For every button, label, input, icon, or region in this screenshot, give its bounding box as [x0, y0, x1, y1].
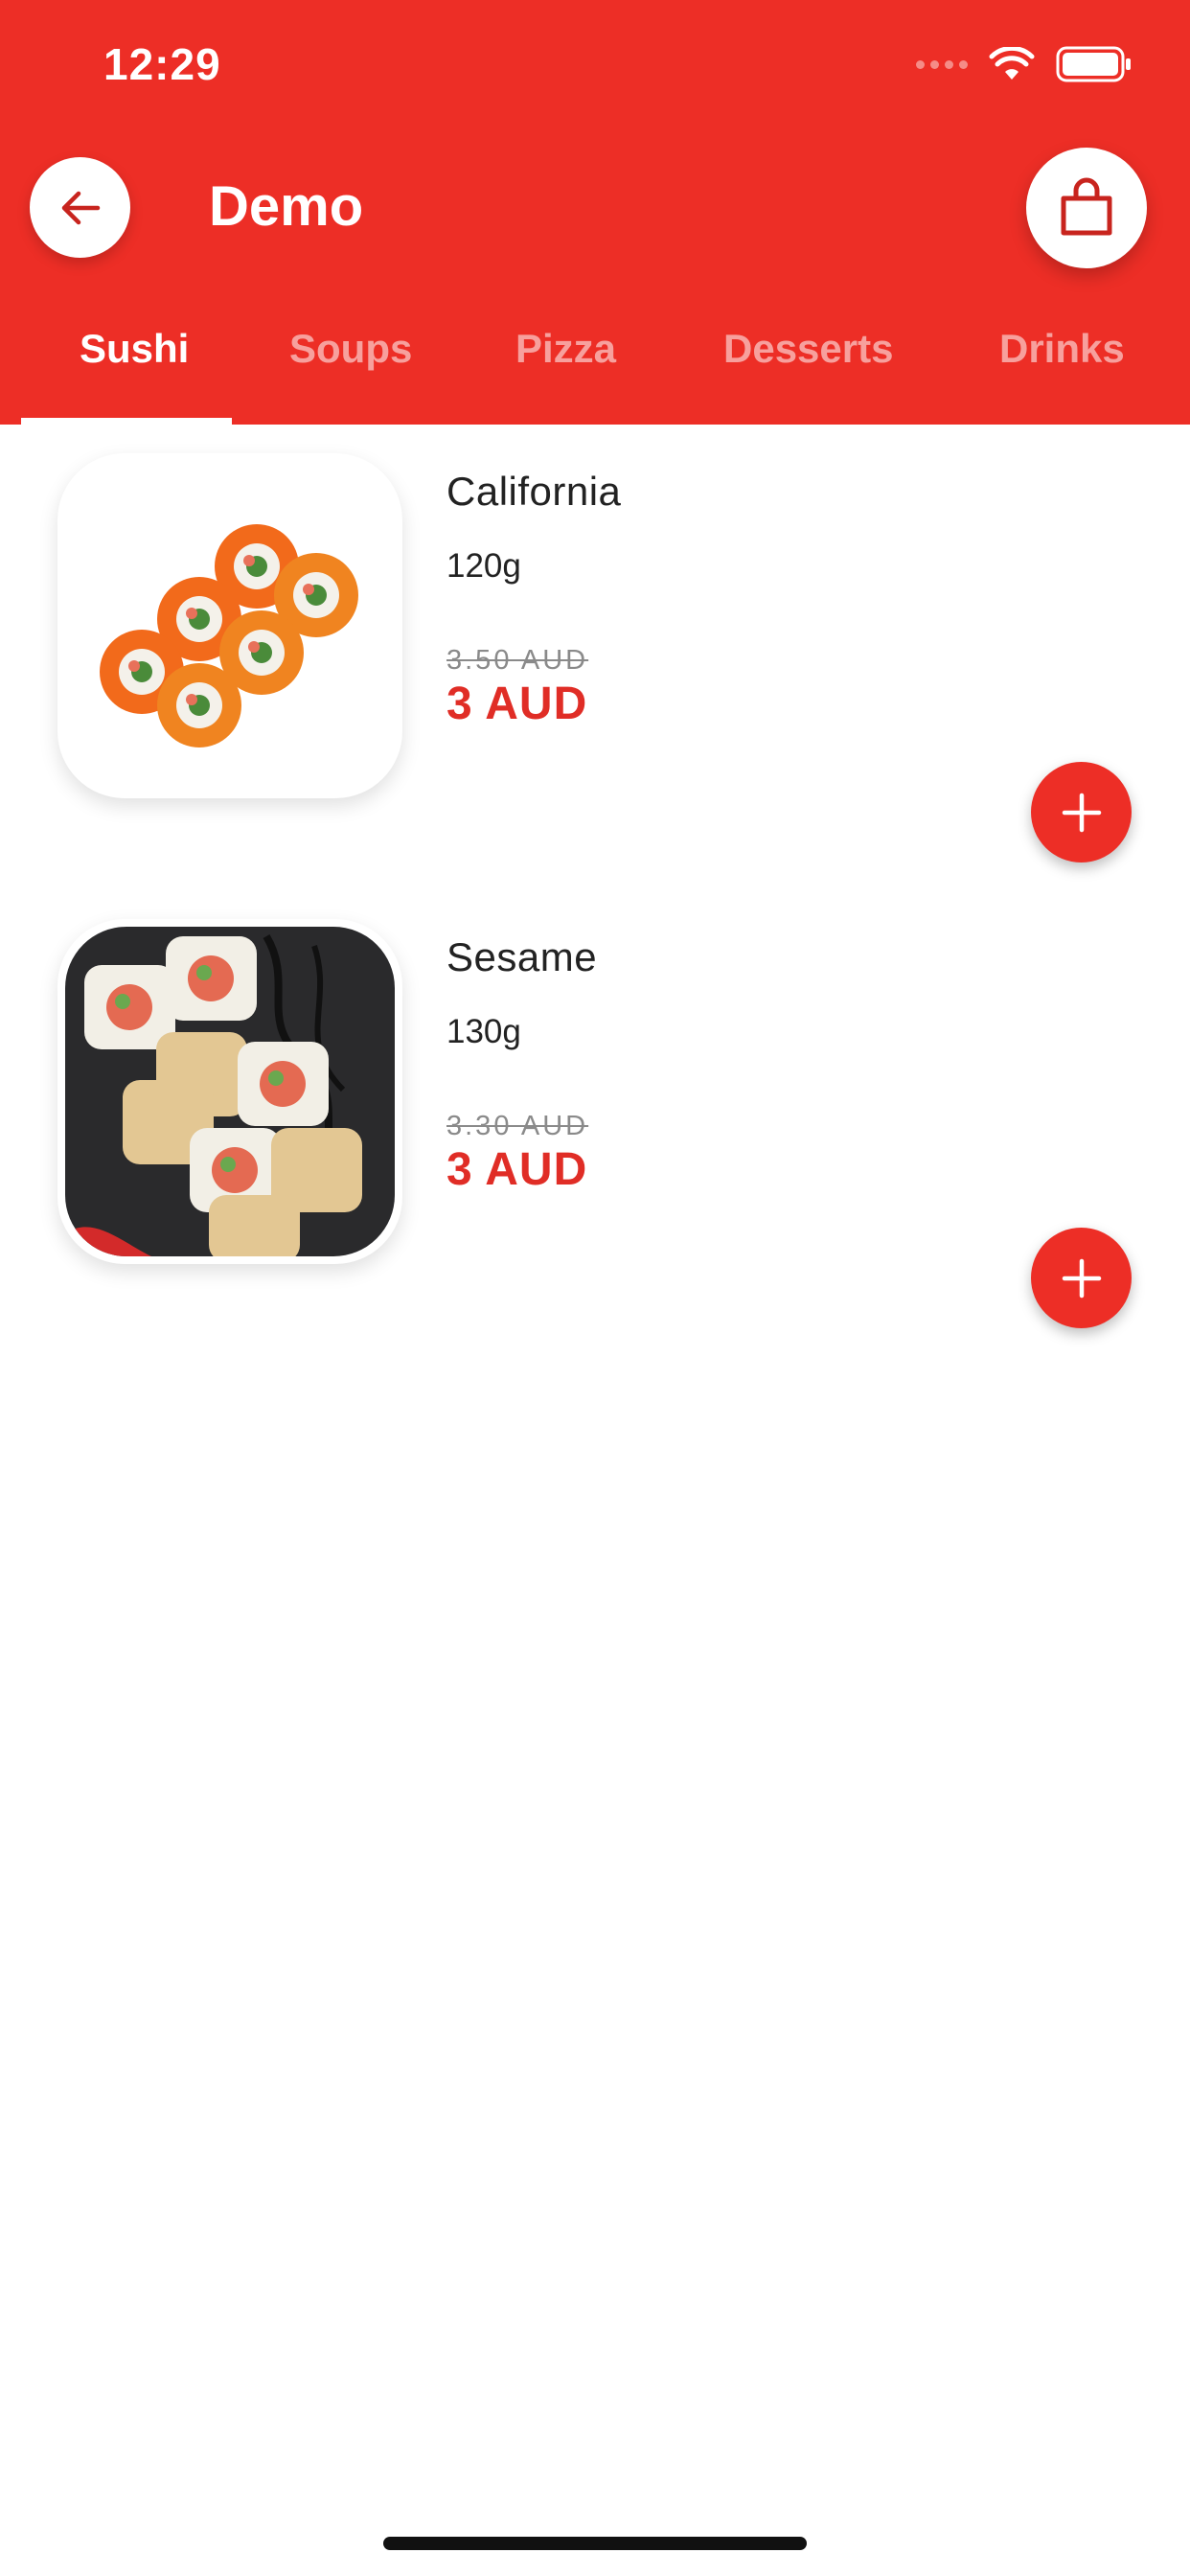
- status-icons: [916, 46, 1133, 82]
- category-tabs: Sushi Soups Pizza Desserts Drinks: [0, 316, 1190, 425]
- arrow-left-icon: [61, 191, 100, 224]
- product-card[interactable]: California 120g 3.50 AUD 3 AUD: [0, 453, 1190, 875]
- battery-icon: [1056, 46, 1131, 82]
- product-card[interactable]: Sesame 130g 3.30 AUD 3 AUD: [0, 919, 1190, 1341]
- back-button[interactable]: [30, 157, 130, 258]
- home-indicator[interactable]: [383, 2537, 807, 2550]
- cellular-signal-icon: [916, 59, 968, 69]
- product-name: Sesame: [446, 934, 598, 979]
- active-tab-indicator: [21, 418, 232, 425]
- add-to-cart-button[interactable]: [1031, 1228, 1132, 1328]
- california-roll-image: [100, 524, 358, 748]
- product-weight: 130g: [446, 1013, 521, 1050]
- product-price: 3 AUD: [446, 1144, 588, 1195]
- add-to-cart-button[interactable]: [1031, 762, 1132, 862]
- product-price: 3 AUD: [446, 678, 588, 729]
- status-time: 12:29: [103, 39, 221, 89]
- app-header: 12:29 Demo Sushi Soups Pizza Desserts Dr…: [0, 0, 1190, 425]
- tab-soups[interactable]: Soups: [289, 326, 412, 372]
- shopping-bag-icon: [1061, 177, 1112, 236]
- plus-icon: [1062, 793, 1101, 832]
- tab-drinks[interactable]: Drinks: [999, 326, 1125, 372]
- product-old-price: 3.30 AUD: [446, 1111, 589, 1141]
- sesame-roll-image: [65, 933, 362, 1256]
- product-weight: 120g: [446, 547, 521, 585]
- tab-desserts[interactable]: Desserts: [723, 326, 893, 372]
- wifi-icon: [989, 47, 1035, 80]
- product-name: California: [446, 469, 622, 514]
- tab-pizza[interactable]: Pizza: [515, 326, 616, 372]
- page-title: Demo: [209, 175, 364, 238]
- product-image: [57, 919, 402, 1264]
- product-old-price: 3.50 AUD: [446, 645, 589, 676]
- tab-sushi[interactable]: Sushi: [80, 326, 189, 372]
- product-image: [57, 453, 402, 798]
- plus-icon: [1062, 1258, 1101, 1298]
- cart-button[interactable]: [1026, 148, 1147, 268]
